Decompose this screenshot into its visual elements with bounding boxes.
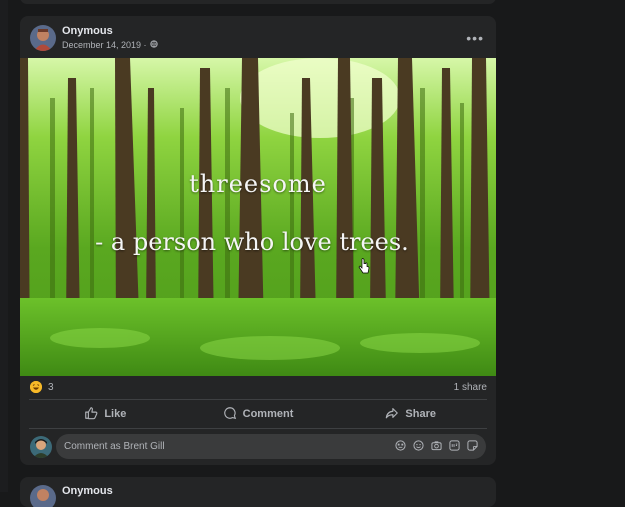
image-caption-line1: threesome xyxy=(189,170,327,198)
comment-input[interactable] xyxy=(56,440,395,453)
comment-icon xyxy=(223,406,237,423)
share-icon xyxy=(385,406,399,423)
commenter-avatar[interactable] xyxy=(30,436,52,458)
comment-box xyxy=(56,434,486,459)
reaction-summary[interactable]: 3 xyxy=(30,381,54,393)
post-actions: Like Comment Share xyxy=(29,402,487,426)
gif-icon[interactable] xyxy=(449,438,460,456)
comment-label: Comment xyxy=(242,408,294,420)
like-label: Like xyxy=(104,408,127,420)
avatar-sticker-icon[interactable] xyxy=(395,438,406,456)
next-author-name[interactable]: Onymous xyxy=(62,485,113,497)
divider xyxy=(29,399,487,400)
like-button[interactable]: Like xyxy=(29,402,182,426)
left-rail xyxy=(0,0,8,492)
more-options-icon[interactable]: ••• xyxy=(466,30,484,46)
comment-tools xyxy=(395,438,486,456)
share-label: Share xyxy=(405,408,436,420)
share-count[interactable]: 1 share xyxy=(454,382,487,393)
post-card: Onymous December 14, 2019 · ••• threesom… xyxy=(20,16,496,465)
divider xyxy=(29,428,487,429)
post-image[interactable]: threesome - a person who love trees. xyxy=(20,58,496,376)
author-name[interactable]: Onymous xyxy=(62,25,113,37)
like-icon xyxy=(84,406,98,423)
share-button[interactable]: Share xyxy=(334,402,487,426)
next-post-card: Onymous xyxy=(20,477,496,507)
post-date[interactable]: December 14, 2019 · xyxy=(62,40,147,50)
next-author-avatar[interactable] xyxy=(30,485,56,507)
mouse-cursor-icon xyxy=(358,258,370,279)
previous-post-card xyxy=(20,0,496,4)
author-avatar[interactable] xyxy=(30,25,56,51)
globe-icon xyxy=(149,40,158,50)
sticker-icon[interactable] xyxy=(467,438,478,456)
post-meta: December 14, 2019 · xyxy=(62,40,158,50)
camera-icon[interactable] xyxy=(431,438,442,456)
emoji-icon[interactable] xyxy=(413,438,424,456)
image-caption-line2: - a person who love trees. xyxy=(95,228,409,256)
comment-button[interactable]: Comment xyxy=(182,402,335,426)
reaction-count: 3 xyxy=(48,381,54,393)
haha-reaction-icon xyxy=(30,381,42,393)
